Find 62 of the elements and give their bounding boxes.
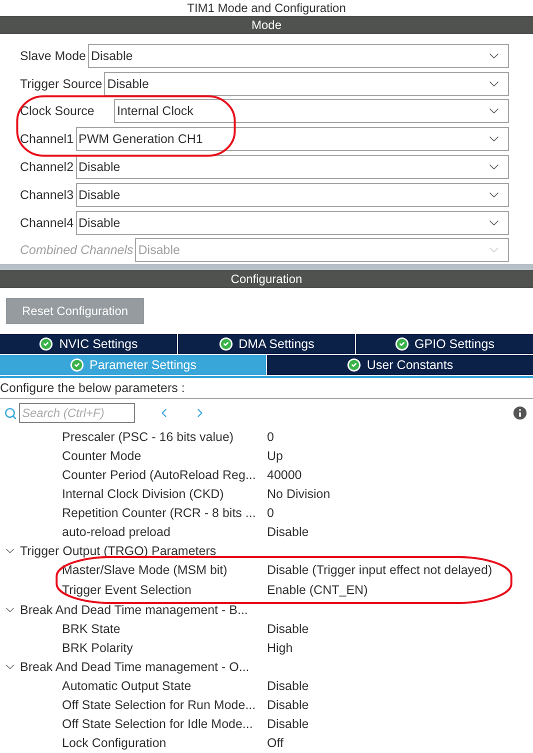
dropdown-field[interactable]: PWM Generation CH1 (76, 127, 509, 152)
dropdown-field[interactable]: Disable (104, 72, 509, 96)
parameter-value[interactable]: Disable (267, 698, 309, 712)
parameter-name: Counter Period (AutoReload Reg... (62, 468, 257, 482)
parameter-name: Internal Clock Division (CKD) (62, 486, 225, 501)
tree-group[interactable]: Trigger Output (TRGO) Parameters (0, 541, 533, 560)
parameter-value[interactable]: Up (267, 448, 283, 463)
dropdown-field[interactable]: Disable (76, 210, 509, 235)
tab[interactable]: User Constants (267, 355, 533, 375)
check-circle-icon (39, 337, 54, 351)
field-label: Combined Channels (20, 243, 134, 258)
field-label: Slave Mode (20, 48, 86, 63)
parameter-name: Master/Slave Mode (MSM bit) (62, 563, 228, 578)
parameter-value[interactable]: High (267, 641, 293, 656)
parameter-name: BRK State (62, 622, 122, 636)
parameter-value[interactable]: Disable (267, 622, 309, 636)
check-circle-icon (218, 337, 233, 351)
parameter-value[interactable]: 40000 (267, 468, 302, 482)
tab[interactable]: NVIC Settings (0, 334, 177, 354)
tab[interactable]: DMA Settings (178, 334, 355, 354)
parameter-value[interactable]: Off (267, 736, 284, 750)
check-circle-icon (394, 337, 409, 351)
parameter-value[interactable]: 0 (267, 506, 274, 520)
search-field[interactable]: Search (Ctrl+F) (19, 403, 135, 423)
field-label: Channel4 (20, 216, 74, 230)
window-title: TIM1 Mode and Configuration (186, 0, 347, 16)
field-label: Channel3 (20, 188, 74, 202)
dropdown-field[interactable]: Disable (88, 44, 509, 68)
parameter-name: Counter Mode (62, 448, 142, 463)
parameter-name: Automatic Output State (62, 679, 192, 694)
parameter-name: Off State Selection for Idle Mode... (62, 717, 254, 732)
info-icon (511, 404, 529, 422)
parameter-value[interactable]: Disable (267, 679, 309, 694)
parameter-name: Lock Configuration (62, 736, 168, 750)
parameter-value[interactable]: Enable (CNT_EN) (267, 583, 368, 598)
parameter-value[interactable]: 0 (267, 430, 274, 444)
field-label: Channel1 (20, 132, 74, 146)
parameter-name: Repetition Counter (RCR - 8 bits ... (62, 506, 257, 520)
tree-group[interactable]: Break And Dead Time management - O... (0, 658, 533, 677)
search-icon (4, 406, 17, 420)
section-header: Configuration (0, 270, 533, 288)
parameter-name: BRK Polarity (62, 641, 134, 656)
check-circle-icon (346, 358, 361, 372)
instructions-text: Configure the below parameters : (0, 376, 533, 399)
parameter-name: Off State Selection for Run Mode... (62, 698, 257, 712)
parameter-value[interactable]: Disable (Trigger input effect not delayed) (267, 563, 492, 578)
tree-group[interactable]: Break And Dead Time management - B... (0, 600, 533, 620)
tab[interactable]: GPIO Settings (356, 334, 533, 354)
field-label: Clock Source (20, 104, 96, 118)
dropdown-field[interactable]: Internal Clock (114, 99, 509, 124)
parameter-value[interactable]: Disable (267, 717, 309, 732)
field-label: Channel2 (20, 160, 74, 174)
dropdown-field[interactable]: Disable (76, 155, 509, 180)
dropdown-field[interactable]: Disable (76, 182, 509, 207)
parameter-name: auto-reload preload (62, 524, 172, 539)
parameter-name: Trigger Event Selection (62, 583, 192, 598)
parameter-value[interactable]: No Division (267, 486, 330, 501)
check-circle-icon (70, 358, 84, 372)
section-header: Mode (0, 16, 533, 34)
field-label: Trigger Source (20, 76, 102, 90)
parameter-name: Prescaler (PSC - 16 bits value) (62, 430, 235, 444)
parameter-value[interactable]: Disable (267, 524, 309, 539)
